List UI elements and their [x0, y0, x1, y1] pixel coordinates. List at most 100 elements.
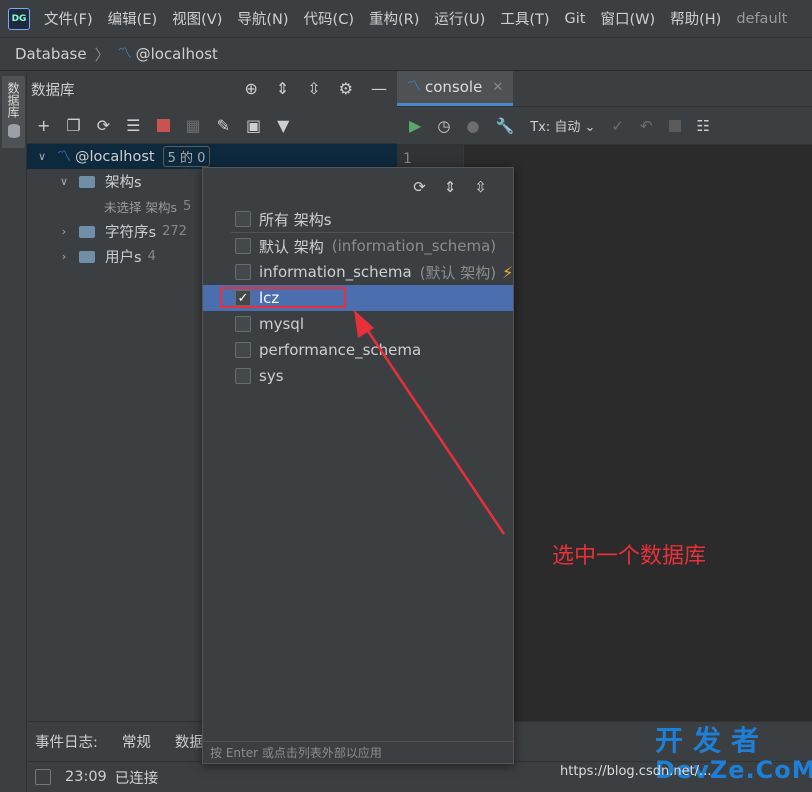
chevron-down-icon: ⌄	[584, 120, 596, 135]
commit-icon[interactable]: ✓	[611, 117, 624, 135]
schema-count-badge[interactable]: 5 的 0	[162, 146, 211, 167]
tab-data[interactable]: 数据	[175, 731, 204, 752]
tx-mode-select[interactable]: Tx: 自动 ⌄	[530, 116, 595, 135]
ql-console-icon[interactable]: ▣	[246, 116, 261, 135]
menu-edit[interactable]: 编辑(E)	[108, 8, 157, 29]
table-icon[interactable]: ▦	[186, 116, 201, 135]
checkbox[interactable]	[235, 264, 251, 280]
sidebar-tab-database[interactable]: 数据库	[2, 76, 25, 148]
checkbox[interactable]	[235, 342, 251, 358]
database-panel-header: 数据库 ⊕ ⇕ ⇳ ⚙ —	[27, 71, 397, 107]
project-name: default	[736, 10, 788, 27]
schema-option-all[interactable]: 所有 架构s	[203, 206, 513, 232]
folder-icon	[79, 225, 95, 238]
stop-icon[interactable]	[156, 118, 170, 132]
no-selection-label: 未选择 架构s	[104, 200, 177, 215]
watermark-brand-cn: 开发者	[655, 724, 770, 757]
schema-option-label: information_schema	[259, 263, 412, 281]
collapse-all-icon[interactable]: ⇳	[474, 178, 487, 196]
menu-window[interactable]: 窗口(W)	[600, 8, 655, 29]
menu-run[interactable]: 运行(U)	[434, 8, 485, 29]
breadcrumb-host[interactable]: @localhost	[136, 45, 218, 63]
checkbox[interactable]	[235, 316, 251, 332]
edit-icon[interactable]: ✎	[217, 116, 230, 135]
sidebar-tab-label: 数据库	[6, 82, 20, 118]
collapse-all-icon[interactable]: ⇳	[307, 79, 320, 98]
session-icon[interactable]: ●	[466, 117, 479, 135]
datagrip-logo-icon[interactable]: DG	[8, 7, 30, 30]
menu-bar: DG 文件(F) 编辑(E) 视图(V) 导航(N) 代码(C) 重构(R) 运…	[0, 0, 812, 37]
mysql-dolphin-icon: 〽	[117, 46, 132, 62]
schema-option-default[interactable]: 默认 架构 (information_schema)	[203, 233, 513, 259]
watermark-url: https://blog.csdn.net/...	[560, 764, 712, 779]
schema-option-hint: (information_schema)	[331, 237, 497, 255]
chevron-down-icon[interactable]: ∨	[57, 175, 71, 188]
tool-window-strip	[0, 71, 27, 792]
menu-code[interactable]: 代码(C)	[304, 8, 354, 29]
line-number: 1	[403, 151, 412, 167]
gear-icon[interactable]: ⚙	[339, 79, 353, 98]
schema-option-label: mysql	[259, 315, 304, 333]
copy-icon[interactable]: ❐	[66, 116, 80, 135]
schema-option-information-schema[interactable]: information_schema (默认 架构) ⚡	[203, 259, 513, 285]
status-text: 已连接	[114, 770, 159, 787]
menu-file[interactable]: 文件(F)	[44, 8, 93, 29]
checkbox[interactable]	[235, 368, 251, 384]
run-icon[interactable]: ▶	[409, 116, 421, 135]
console-toolbar: ▶ ◷ ● 🔧 Tx: 自动 ⌄ ✓ ↶ ☷	[397, 107, 812, 145]
mysql-dolphin-icon: 〽	[57, 148, 71, 165]
wrench-icon[interactable]: 🔧	[496, 117, 515, 135]
menu-view[interactable]: 视图(V)	[172, 8, 222, 29]
filter-icon[interactable]: ▼	[277, 116, 289, 135]
add-icon[interactable]: +	[37, 116, 50, 135]
folder-icon	[79, 175, 95, 188]
schema-settings-icon[interactable]: ☰	[126, 116, 140, 135]
chevron-down-icon[interactable]: ∨	[35, 150, 49, 163]
tab-general[interactable]: 常规	[122, 731, 151, 752]
schema-option-label: sys	[259, 367, 284, 385]
popup-toolbar: ⟳ ⇕ ⇳	[203, 168, 513, 206]
menu-refactor[interactable]: 重构(R)	[369, 8, 419, 29]
schema-selection-popup: ⟳ ⇕ ⇳ 所有 架构s 默认 架构 (information_schema) …	[202, 167, 514, 764]
lightning-icon: ⚡	[502, 262, 514, 282]
tree-node-host[interactable]: ∨ 〽 @localhost 5 的 0	[27, 144, 397, 169]
expand-all-icon[interactable]: ⇕	[276, 79, 289, 98]
menu-git[interactable]: Git	[565, 11, 586, 27]
users-count: 4	[147, 249, 156, 264]
menu-help[interactable]: 帮助(H)	[670, 8, 721, 29]
schema-option-sys[interactable]: sys	[203, 363, 513, 389]
mysql-dolphin-icon: 〽	[407, 79, 421, 95]
schema-option-label: 所有 架构s	[259, 210, 332, 229]
host-label: @localhost	[75, 148, 155, 165]
checkbox[interactable]	[235, 238, 251, 254]
rollback-icon[interactable]: ↶	[640, 117, 653, 135]
menu-navigate[interactable]: 导航(N)	[237, 8, 288, 29]
schema-option-hint: (默认 架构)	[419, 263, 497, 282]
checkbox-icon[interactable]	[35, 769, 51, 785]
results-layout-icon[interactable]: ☷	[697, 117, 710, 135]
annotation-highlight-box	[220, 287, 346, 308]
folder-icon	[79, 250, 95, 263]
tab-console[interactable]: 〽 console ✕	[397, 71, 514, 106]
stop-icon[interactable]	[668, 119, 681, 132]
database-icon	[7, 124, 20, 138]
refresh-icon[interactable]: ⟳	[413, 178, 426, 196]
history-icon[interactable]: ◷	[437, 117, 450, 135]
schema-option-label: performance_schema	[259, 341, 422, 359]
expand-all-icon[interactable]: ⇕	[444, 178, 457, 196]
schema-option-performance-schema[interactable]: performance_schema	[203, 337, 513, 363]
crosshair-icon[interactable]: ⊕	[244, 79, 257, 98]
chevron-right-icon[interactable]: ›	[57, 250, 71, 263]
minimize-icon[interactable]: —	[371, 79, 387, 98]
refresh-icon[interactable]: ⟳	[97, 116, 110, 135]
close-icon[interactable]: ✕	[492, 80, 503, 95]
chevron-right-icon[interactable]: ›	[57, 225, 71, 238]
annotation-text: 选中一个数据库	[552, 544, 707, 569]
schema-option-label: 默认 架构	[259, 237, 324, 256]
breadcrumb-database[interactable]: Database	[15, 45, 87, 63]
no-selection-count: 5	[183, 199, 192, 214]
menu-tools[interactable]: 工具(T)	[500, 8, 549, 29]
schema-option-mysql[interactable]: mysql	[203, 311, 513, 337]
checkbox[interactable]	[235, 211, 251, 227]
editor-tabs: 〽 console ✕	[397, 71, 812, 107]
